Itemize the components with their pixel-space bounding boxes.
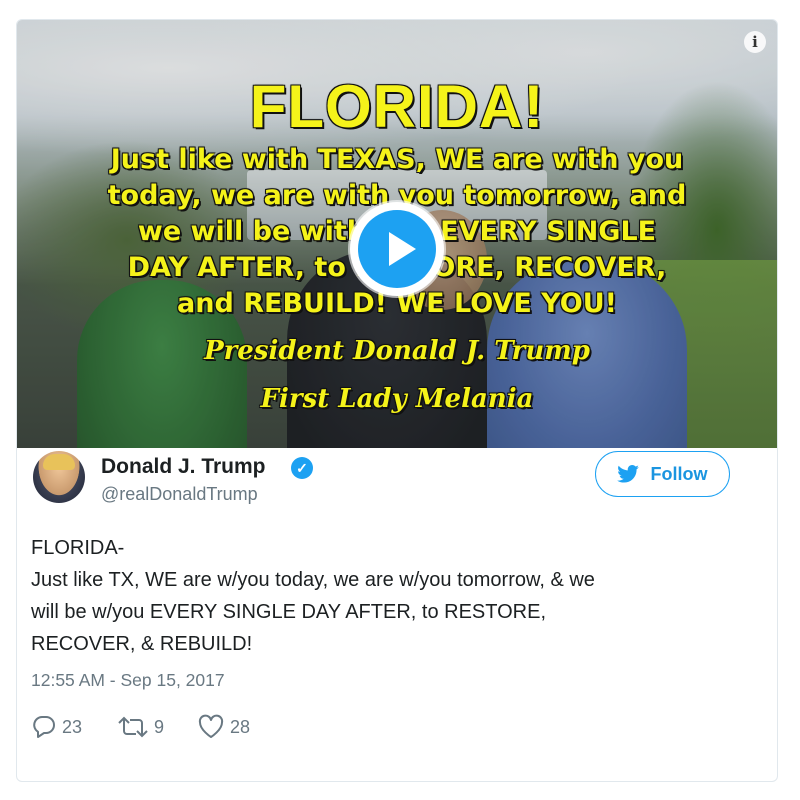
info-icon[interactable]: i xyxy=(744,31,766,53)
play-button[interactable] xyxy=(350,202,444,296)
retweet-button[interactable]: 9 xyxy=(117,712,164,742)
follow-button-label: Follow xyxy=(650,463,708,484)
verified-badge-icon: ✓ xyxy=(291,457,313,479)
tweet-text-line: RECOVER, & REBUILD! xyxy=(31,633,253,655)
tweet-text-line: FLORIDA- xyxy=(31,537,125,559)
reply-button[interactable]: 23 xyxy=(31,712,82,742)
avatar[interactable] xyxy=(33,451,85,503)
overlay-signature: President Donald J. Trump xyxy=(204,336,590,366)
play-icon xyxy=(358,210,436,288)
retweet-icon xyxy=(118,716,148,738)
like-count: 28 xyxy=(230,716,251,737)
like-button[interactable]: 28 xyxy=(197,712,250,742)
retweet-count: 9 xyxy=(154,716,165,737)
author-display-name[interactable]: Donald J. Trump xyxy=(101,455,266,479)
reply-count: 23 xyxy=(62,716,83,737)
reply-icon xyxy=(33,716,55,738)
tweet-text: FLORIDA- Just like TX, WE are w/you toda… xyxy=(31,532,731,660)
author-handle[interactable]: @realDonaldTrump xyxy=(101,484,258,505)
heart-icon xyxy=(198,714,224,738)
overlay-title: FLORIDA! xyxy=(249,73,545,140)
tweet-text-line: Just like TX, WE are w/you today, we are… xyxy=(31,569,595,591)
play-triangle xyxy=(389,232,416,266)
follow-button[interactable]: Follow xyxy=(595,451,730,497)
twitter-bird-icon xyxy=(617,465,640,483)
overlay-line: Just like with TEXAS, WE are with you xyxy=(110,144,684,175)
tweet-text-line: will be w/you EVERY SINGLE DAY AFTER, to… xyxy=(31,601,546,623)
tweet-timestamp[interactable]: 12:55 AM - Sep 15, 2017 xyxy=(31,670,225,691)
video-player[interactable]: FLORIDA! Just like with TEXAS, WE are wi… xyxy=(17,20,777,448)
tweet-card: FLORIDA! Just like with TEXAS, WE are wi… xyxy=(16,19,778,782)
avatar-hair xyxy=(43,454,75,470)
overlay-signature: First Lady Melania xyxy=(260,384,534,414)
